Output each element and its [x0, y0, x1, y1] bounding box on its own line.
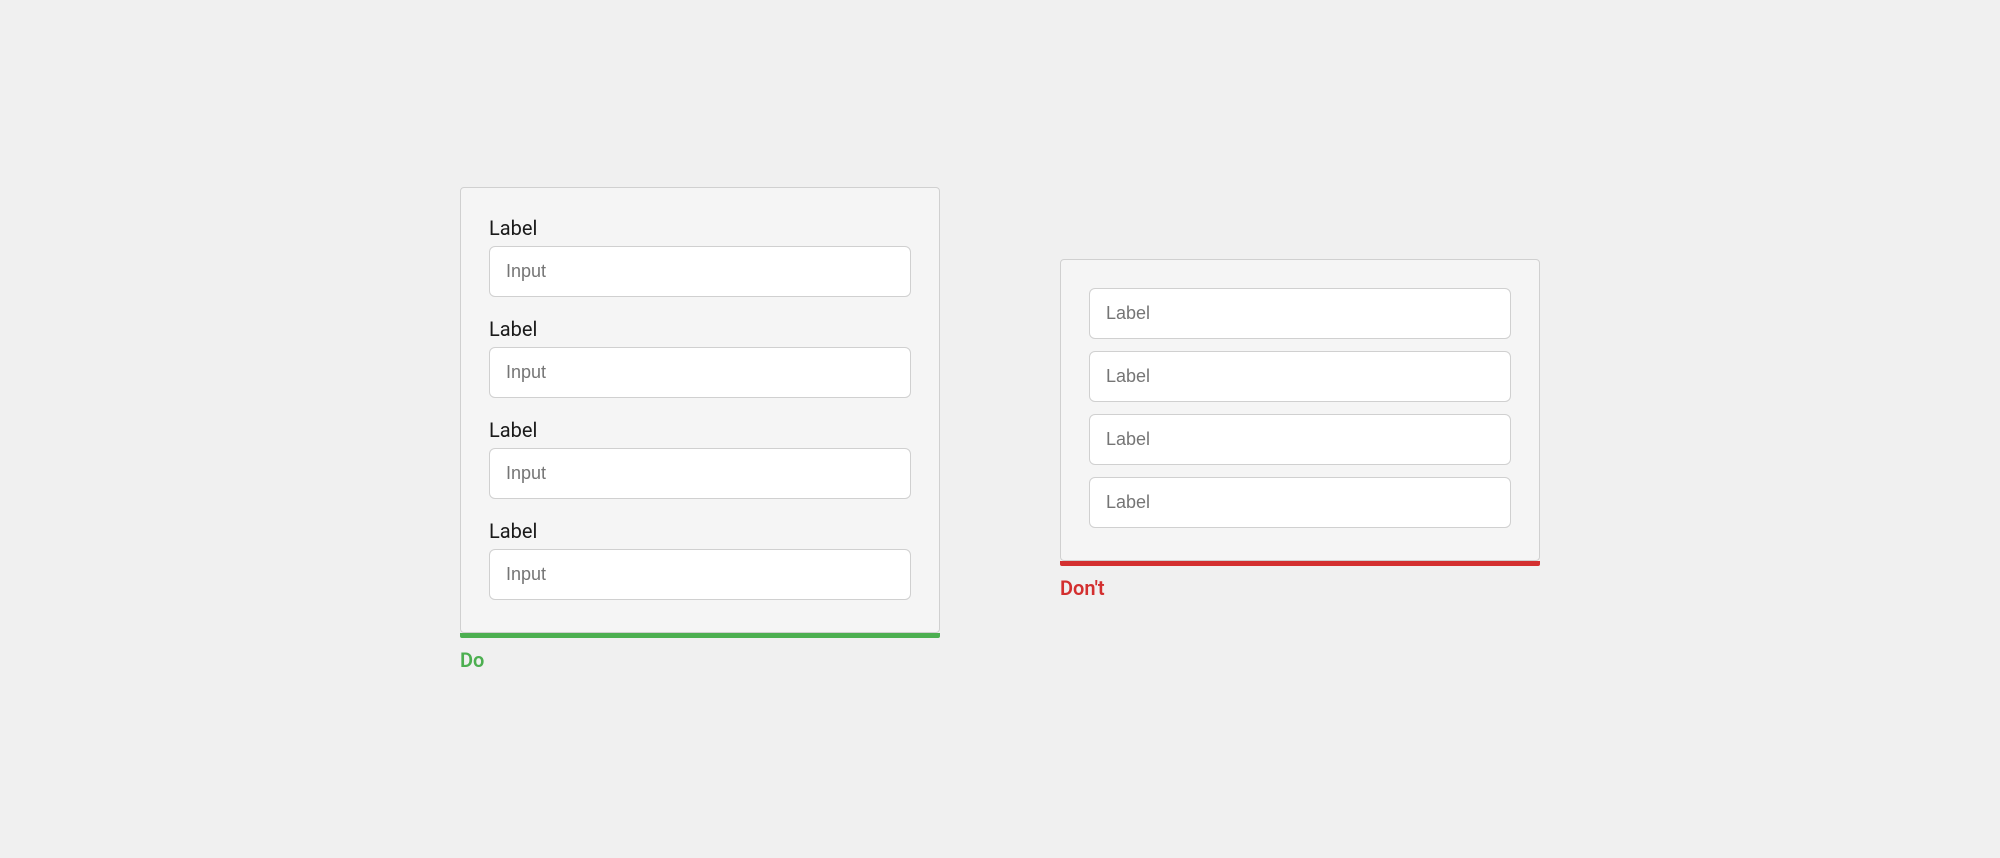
do-example: Label Label Label Label Do	[460, 187, 940, 672]
dont-example: Don't	[1060, 259, 1540, 600]
do-indicator-bar	[460, 633, 940, 638]
dont-label: Don't	[1060, 576, 1105, 600]
do-field-label-1: Label	[489, 216, 911, 240]
do-label: Do	[460, 648, 484, 672]
do-field-label-3: Label	[489, 418, 911, 442]
do-field-group-4: Label	[489, 519, 911, 600]
do-field-group-3: Label	[489, 418, 911, 499]
dont-field-input-1[interactable]	[1089, 288, 1511, 339]
do-field-group-2: Label	[489, 317, 911, 398]
do-field-input-3[interactable]	[489, 448, 911, 499]
do-field-group-1: Label	[489, 216, 911, 297]
dont-field-input-3[interactable]	[1089, 414, 1511, 465]
dont-card	[1060, 259, 1540, 561]
do-field-label-4: Label	[489, 519, 911, 543]
dont-field-input-4[interactable]	[1089, 477, 1511, 528]
do-field-input-2[interactable]	[489, 347, 911, 398]
dont-indicator-bar	[1060, 561, 1540, 566]
do-card: Label Label Label Label	[460, 187, 940, 633]
do-field-input-4[interactable]	[489, 549, 911, 600]
dont-field-input-2[interactable]	[1089, 351, 1511, 402]
do-field-label-2: Label	[489, 317, 911, 341]
do-field-input-1[interactable]	[489, 246, 911, 297]
